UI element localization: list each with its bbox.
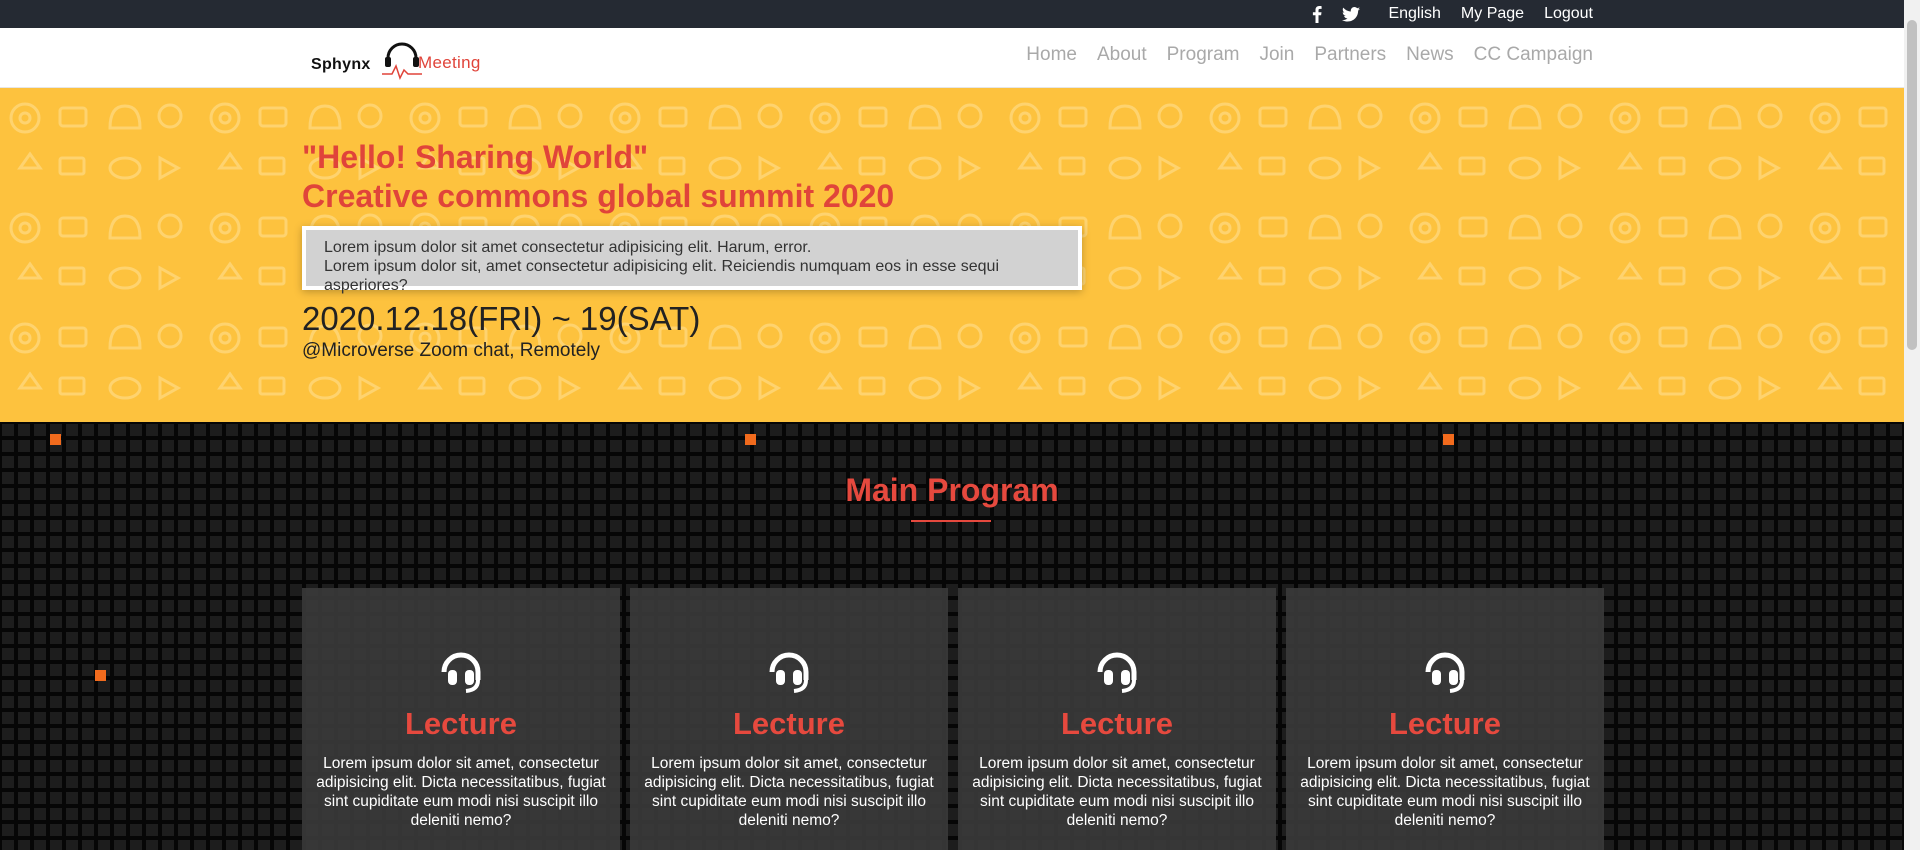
my-page-link[interactable]: My Page bbox=[1461, 5, 1524, 23]
card-text: Lorem ipsum dolor sit amet, consectetur … bbox=[1300, 755, 1590, 829]
headset-icon bbox=[769, 652, 809, 693]
top-utility-bar: English My Page Logout bbox=[0, 0, 1904, 28]
card-title: Lecture bbox=[1061, 706, 1173, 741]
card-title: Lecture bbox=[1389, 706, 1501, 741]
hero-title-line2: Creative commons global summit 2020 bbox=[302, 178, 895, 214]
primary-nav: Home About Program Join Partners News CC… bbox=[1026, 44, 1593, 66]
hero-description-line1: Lorem ipsum dolor sit amet consectetur a… bbox=[324, 239, 812, 256]
card-title: Lecture bbox=[405, 706, 517, 741]
facebook-icon[interactable] bbox=[1300, 5, 1334, 23]
nav-program[interactable]: Program bbox=[1167, 44, 1240, 66]
hero-title-line1: "Hello! Sharing World" bbox=[302, 139, 649, 175]
site-logo[interactable]: Sphynx Meeting bbox=[310, 34, 495, 84]
card-title: Lecture bbox=[733, 706, 845, 741]
section-title-underline bbox=[911, 520, 991, 522]
program-card[interactable]: Lecture Lorem ipsum dolor sit amet, cons… bbox=[630, 588, 948, 850]
headset-icon bbox=[441, 652, 481, 693]
card-text: Lorem ipsum dolor sit amet, consectetur … bbox=[316, 755, 606, 829]
card-text: Lorem ipsum dolor sit amet, consectetur … bbox=[972, 755, 1262, 829]
language-link[interactable]: English bbox=[1388, 5, 1440, 23]
program-cards: Lecture Lorem ipsum dolor sit amet, cons… bbox=[302, 588, 1604, 850]
program-card[interactable]: Lecture Lorem ipsum dolor sit amet, cons… bbox=[958, 588, 1276, 850]
nav-home[interactable]: Home bbox=[1026, 44, 1077, 66]
nav-news[interactable]: News bbox=[1406, 44, 1454, 66]
hero-description-box: Lorem ipsum dolor sit amet consectetur a… bbox=[302, 226, 1082, 294]
logo-text-meeting: Meeting bbox=[418, 53, 481, 72]
headset-icon bbox=[1425, 652, 1465, 693]
nav-partners[interactable]: Partners bbox=[1314, 44, 1386, 66]
main-navbar: Sphynx Meeting Home About Program Join P… bbox=[0, 28, 1904, 88]
hero-banner: "Hello! Sharing World" Creative commons … bbox=[0, 88, 1904, 422]
headset-icon bbox=[1097, 652, 1137, 693]
twitter-icon[interactable] bbox=[1334, 6, 1368, 22]
nav-about[interactable]: About bbox=[1097, 44, 1147, 66]
logo-text-sphynx: Sphynx bbox=[311, 56, 371, 73]
page-scrollbar[interactable] bbox=[1904, 0, 1920, 850]
main-program-section: Main Program Lecture Lorem ipsum dolor s… bbox=[0, 422, 1904, 850]
section-title: Main Program bbox=[845, 472, 1059, 508]
hero-title: "Hello! Sharing World" Creative commons … bbox=[302, 138, 894, 216]
hero-description-line2: Lorem ipsum dolor sit, amet consectetur … bbox=[324, 258, 999, 294]
logout-link[interactable]: Logout bbox=[1544, 5, 1593, 23]
nav-cc-campaign[interactable]: CC Campaign bbox=[1474, 44, 1593, 66]
headset-logo-icon bbox=[382, 42, 422, 80]
program-card[interactable]: Lecture Lorem ipsum dolor sit amet, cons… bbox=[1286, 588, 1604, 850]
card-text: Lorem ipsum dolor sit amet, consectetur … bbox=[644, 755, 934, 829]
scrollbar-thumb[interactable] bbox=[1907, 20, 1917, 350]
event-date: 2020.12.18(FRI) ~ 19(SAT) bbox=[302, 300, 701, 337]
nav-join[interactable]: Join bbox=[1259, 44, 1294, 66]
event-location: @Microverse Zoom chat, Remotely bbox=[302, 340, 601, 361]
program-card[interactable]: Lecture Lorem ipsum dolor sit amet, cons… bbox=[302, 588, 620, 850]
